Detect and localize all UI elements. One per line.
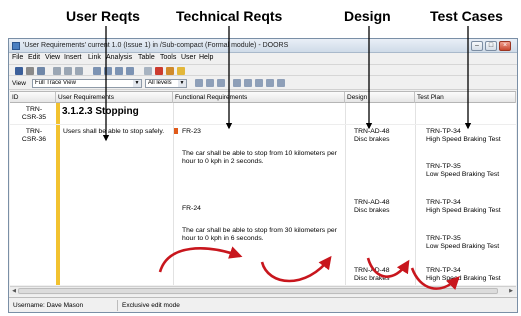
delete-icon[interactable] <box>155 67 163 75</box>
insert-below-icon[interactable] <box>104 67 112 75</box>
sort-ascending-icon[interactable] <box>277 79 285 87</box>
scroll-thumb[interactable] <box>18 288 498 294</box>
insert-object-icon[interactable] <box>93 67 101 75</box>
print-icon[interactable] <box>26 67 34 75</box>
properties-icon[interactable] <box>37 67 45 75</box>
functional-req-id[interactable]: FR-23 <box>182 128 201 136</box>
test-name[interactable]: Low Speed Braking Test <box>426 243 499 251</box>
title-bar: 'User Requirements' current 1.0 (Issue 1… <box>9 39 517 53</box>
test-name[interactable]: Low Speed Braking Test <box>426 171 499 179</box>
user-requirement-text[interactable]: Users shall be able to stop safely. <box>63 128 167 136</box>
functional-req-id[interactable]: FR-24 <box>182 205 201 213</box>
view-label: View <box>12 80 26 87</box>
design-name[interactable]: Disc brakes <box>354 136 390 144</box>
levels-select-value: All levels <box>148 80 172 86</box>
menu-edit[interactable]: Edit <box>28 54 40 61</box>
test-id[interactable]: TRN-TP-34 <box>426 128 461 136</box>
test-name[interactable]: High Speed Braking Test <box>426 275 501 283</box>
promote-icon[interactable] <box>75 67 83 75</box>
scroll-right-icon[interactable]: ▶ <box>507 287 515 295</box>
column-design[interactable]: Design <box>345 92 415 103</box>
window-title: 'User Requirements' current 1.0 (Issue 1… <box>23 42 289 49</box>
callout-technical-reqts: Technical Reqts <box>176 8 283 24</box>
chevron-down-icon: ▼ <box>133 80 141 87</box>
column-id[interactable]: ID <box>10 92 56 103</box>
indent-icon[interactable] <box>64 67 72 75</box>
menu-table[interactable]: Table <box>138 54 155 61</box>
test-id[interactable]: TRN-TP-35 <box>426 163 461 171</box>
status-username: Username: Dave Mason <box>13 302 84 309</box>
test-id[interactable]: TRN-TP-34 <box>426 199 461 207</box>
doors-window: 'User Requirements' current 1.0 (Issue 1… <box>8 38 518 313</box>
column-test-plan[interactable]: Test Plan <box>415 92 516 103</box>
column-header-row: ID User Requirements Functional Requirem… <box>10 92 516 103</box>
column-user-requirements[interactable]: User Requirements <box>56 92 173 103</box>
change-flag-icon <box>174 128 178 134</box>
requirements-grid: ID User Requirements Functional Requirem… <box>10 91 516 285</box>
callout-test-cases: Test Cases <box>430 8 503 24</box>
horizontal-scrollbar[interactable]: ◀ ▶ <box>10 286 516 295</box>
minimize-button[interactable]: – <box>471 41 483 51</box>
expand-icon[interactable] <box>233 79 241 87</box>
columns-icon[interactable] <box>244 79 252 87</box>
view-select[interactable]: Full Trace View ▼ <box>32 79 142 88</box>
menu-analysis[interactable]: Analysis <box>106 54 132 61</box>
chevron-down-icon: ▼ <box>178 80 186 87</box>
test-name[interactable]: High Speed Braking Test <box>426 136 501 144</box>
callout-design: Design <box>344 8 391 24</box>
funnel-icon[interactable] <box>266 79 274 87</box>
menu-link[interactable]: Link <box>88 54 101 61</box>
requirement-id[interactable]: TRN- CSR-36 <box>14 128 54 144</box>
menu-insert[interactable]: Insert <box>64 54 82 61</box>
menu-user[interactable]: User <box>181 54 196 61</box>
callout-user-reqts: User Reqts <box>66 8 140 24</box>
menu-file[interactable]: File <box>12 54 23 61</box>
edit-icon[interactable] <box>166 67 174 75</box>
insert-level-icon[interactable] <box>115 67 123 75</box>
status-bar: Username: Dave Mason Exclusive edit mode <box>9 297 517 312</box>
design-name[interactable]: Disc brakes <box>354 275 390 283</box>
test-name[interactable]: High Speed Braking Test <box>426 207 501 215</box>
column-functional-requirements[interactable]: Functional Requirements <box>173 92 345 103</box>
menu-bar: File Edit View Insert Link Analysis Tabl… <box>9 53 517 63</box>
design-id[interactable]: TRN-AD-48 <box>354 267 390 275</box>
trace-indicator-bar <box>56 103 60 285</box>
graph-icon[interactable] <box>255 79 263 87</box>
test-id[interactable]: TRN-TP-34 <box>426 267 461 275</box>
section-heading[interactable]: 3.1.2.3 Stopping <box>62 106 139 117</box>
highlight-icon[interactable] <box>177 67 185 75</box>
close-button[interactable]: × <box>499 41 511 51</box>
design-name[interactable]: Disc brakes <box>354 207 390 215</box>
section-id[interactable]: TRN- CSR-35 <box>14 106 54 122</box>
menu-help[interactable]: Help <box>199 54 213 61</box>
menu-view[interactable]: View <box>45 54 60 61</box>
outdent-icon[interactable] <box>53 67 61 75</box>
design-id[interactable]: TRN-AD-48 <box>354 128 390 136</box>
functional-req-text[interactable]: The car shall be able to stop from 30 ki… <box>182 227 342 243</box>
test-id[interactable]: TRN-TP-35 <box>426 235 461 243</box>
view-bar: View Full Trace View ▼ All levels ▼ <box>9 77 517 90</box>
maximize-button[interactable]: □ <box>485 41 497 51</box>
toolbar <box>9 64 517 76</box>
save-icon[interactable] <box>15 67 23 75</box>
cut-icon[interactable] <box>144 67 152 75</box>
view-select-value: Full Trace View <box>35 80 76 86</box>
status-edit-mode: Exclusive edit mode <box>122 302 180 309</box>
sort-icon[interactable] <box>206 79 214 87</box>
filter-icon[interactable] <box>195 79 203 87</box>
link-icon[interactable] <box>126 67 134 75</box>
levels-select[interactable]: All levels ▼ <box>145 79 187 88</box>
design-id[interactable]: TRN-AD-48 <box>354 199 390 207</box>
doors-app-icon <box>12 42 20 50</box>
find-icon[interactable] <box>217 79 225 87</box>
functional-req-text[interactable]: The car shall be able to stop from 10 ki… <box>182 150 342 166</box>
scroll-left-icon[interactable]: ◀ <box>10 287 18 295</box>
menu-tools[interactable]: Tools <box>160 54 176 61</box>
